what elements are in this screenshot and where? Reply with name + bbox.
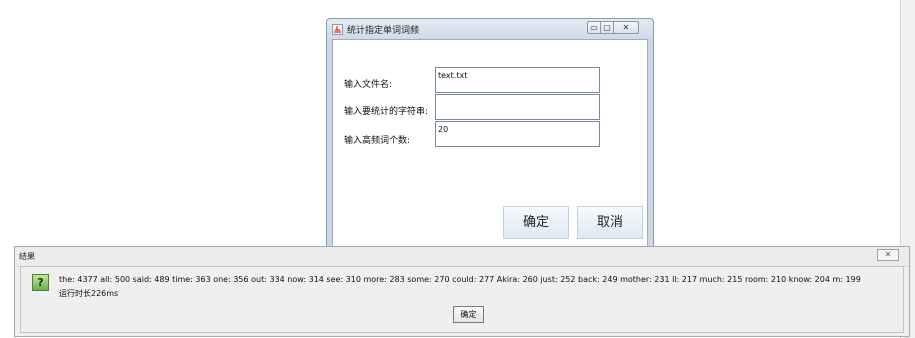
result-dialog-body: ? the: 4377 all: 500 said: 489 time: 363… bbox=[20, 266, 904, 333]
main-window-title: 统计指定单词词频 bbox=[347, 26, 420, 36]
top-words-count-input[interactable]: 20 bbox=[435, 121, 600, 147]
main-window: 统计指定单词词频 ▭ ▢ ✕ 输入文件名: text.txt 输入要统计的字符串… bbox=[326, 18, 654, 253]
result-dialog-title: 结果 bbox=[19, 252, 35, 261]
java-app-icon bbox=[332, 24, 343, 35]
confirm-button[interactable]: 确定 bbox=[503, 206, 569, 239]
search-string-label: 输入要统计的字符串: bbox=[344, 107, 429, 117]
main-window-content: 输入文件名: text.txt 输入要统计的字符串: 输入高频词个数: 20 确… bbox=[332, 39, 648, 253]
filename-label: 输入文件名: bbox=[344, 80, 393, 90]
main-window-titlebar[interactable]: 统计指定单词词频 ▭ ▢ ✕ bbox=[327, 19, 653, 39]
search-string-input[interactable] bbox=[435, 94, 600, 120]
word-frequency-result: the: 4377 all: 500 said: 489 time: 363 o… bbox=[59, 275, 861, 284]
result-dialog-titlebar[interactable]: 结果 ✕ bbox=[15, 247, 909, 267]
result-dialog: 结果 ✕ ? the: 4377 all: 500 said: 489 time… bbox=[14, 246, 910, 337]
runtime-text: 运行时长226ms bbox=[59, 289, 119, 298]
dialog-close-button[interactable]: ✕ bbox=[877, 249, 899, 261]
question-icon: ? bbox=[32, 274, 49, 291]
ok-button[interactable]: 确定 bbox=[453, 306, 484, 323]
top-words-count-label: 输入高频词个数: bbox=[344, 136, 411, 146]
filename-input[interactable]: text.txt bbox=[435, 67, 600, 93]
minimize-button[interactable]: ▭ bbox=[587, 21, 601, 34]
close-button[interactable]: ✕ bbox=[613, 21, 639, 34]
maximize-button[interactable]: ▢ bbox=[600, 21, 614, 34]
cancel-button[interactable]: 取消 bbox=[577, 206, 643, 239]
